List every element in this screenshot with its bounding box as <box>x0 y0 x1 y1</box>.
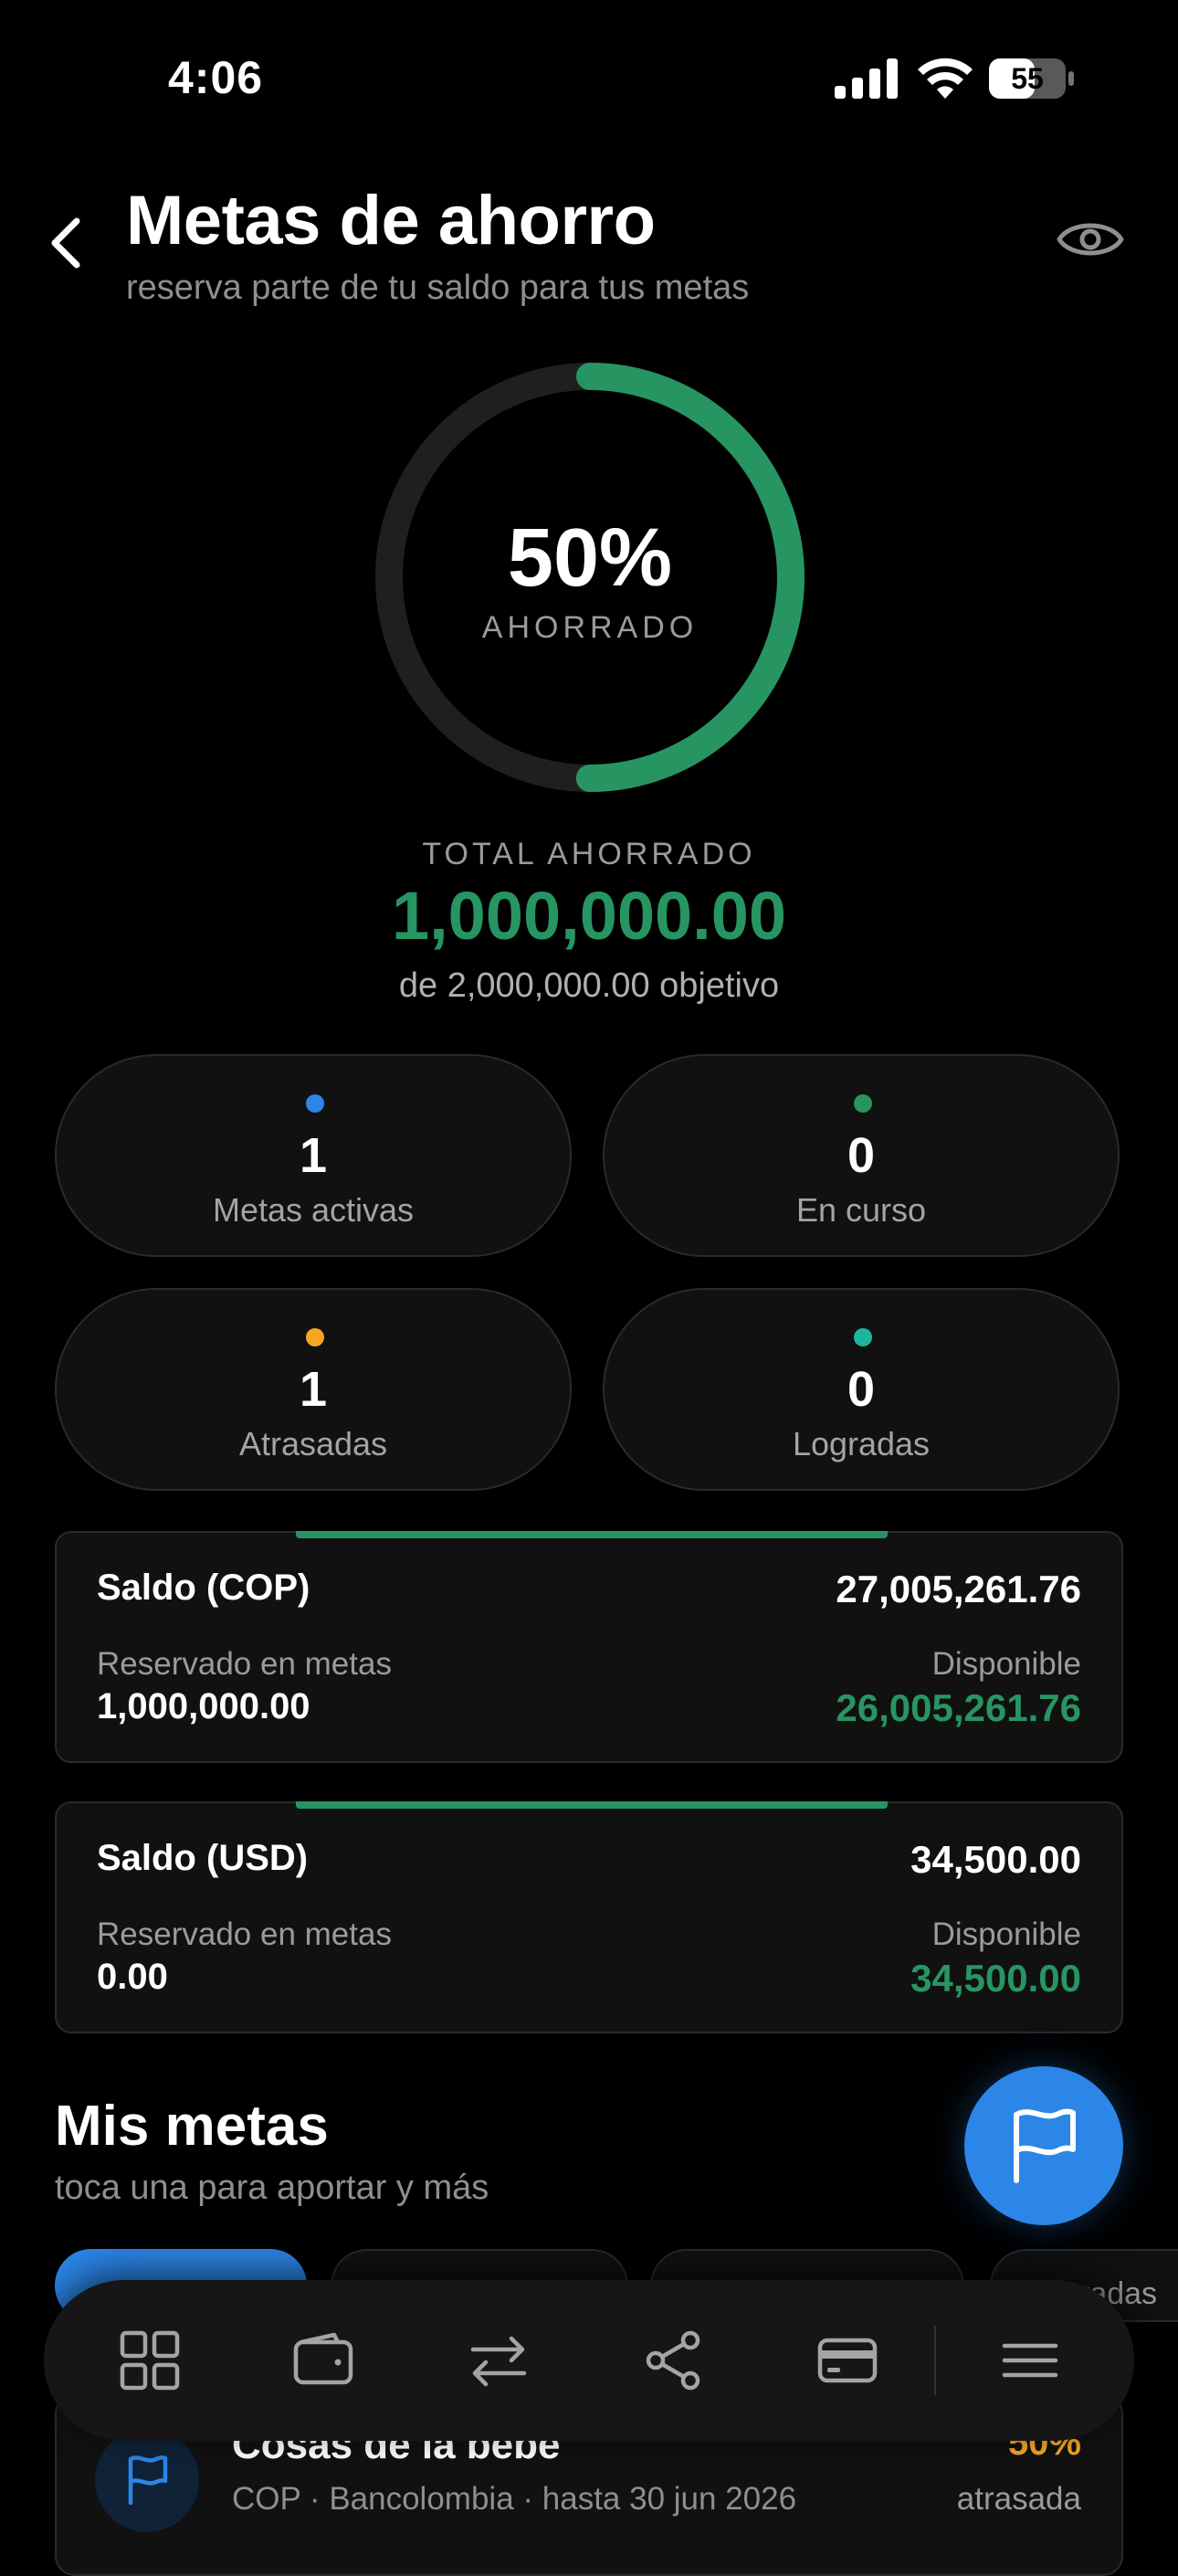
flag-icon <box>1014 2108 1076 2183</box>
stat-overdue[interactable]: 1 Atrasadas <box>55 1288 572 1491</box>
wifi-icon <box>918 58 973 99</box>
goal-meta: COP · Bancolombia · hasta 30 jun 2026 <box>232 2481 797 2517</box>
page-subtitle: reserva parte de tu saldo para tus metas <box>126 269 750 307</box>
balance-amount: 27,005,261.76 <box>836 1568 1081 1610</box>
grid-icon[interactable] <box>117 2328 183 2393</box>
reserved-label: Reservado en metas <box>97 1646 392 1682</box>
available-value: 34,500.00 <box>910 1957 1081 2000</box>
balance-card-cop: Saldo (COP) 27,005,261.76 Reservado en m… <box>55 1531 1123 1763</box>
stat-label: Logradas <box>792 1425 931 1462</box>
stat-value: 0 <box>847 1128 876 1183</box>
card-icon[interactable] <box>815 2328 880 2393</box>
progress-label: AHORRADO <box>481 610 699 645</box>
stat-label: Metas activas <box>212 1191 415 1229</box>
reserved-value: 0.00 <box>97 1957 168 1997</box>
transfer-icon[interactable] <box>466 2328 531 2393</box>
available-label: Disponible <box>931 1916 1081 1952</box>
battery-icon: 55 <box>988 57 1076 100</box>
balance-name: Saldo (USD) <box>97 1838 309 1878</box>
status-dot <box>306 1328 324 1346</box>
goal-status: atrasada <box>956 2481 1081 2517</box>
page-title: Metas de ahorro <box>126 182 656 259</box>
total-saved-label: TOTAL AHORRADO <box>422 837 756 871</box>
menu-icon[interactable] <box>997 2328 1063 2393</box>
stat-achieved[interactable]: 0 Logradas <box>603 1288 1120 1491</box>
wallet-icon[interactable] <box>290 2328 356 2393</box>
stat-active-goals[interactable]: 1 Metas activas <box>55 1054 572 1257</box>
reserved-label: Reservado en metas <box>97 1916 392 1952</box>
stat-value: 1 <box>299 1128 328 1183</box>
progress-percent: 50% <box>507 512 673 604</box>
available-label: Disponible <box>931 1646 1081 1682</box>
reserved-value: 1,000,000.00 <box>97 1686 310 1726</box>
goal-flag-icon <box>95 2428 199 2532</box>
nav-divider <box>934 2326 936 2395</box>
status-dot <box>854 1094 872 1113</box>
balance-amount: 34,500.00 <box>910 1838 1081 1881</box>
stat-in-progress[interactable]: 0 En curso <box>603 1054 1120 1257</box>
battery-level: 55 <box>1011 62 1044 95</box>
status-dot <box>306 1094 324 1113</box>
goals-section-subtitle: toca una para aportar y más <box>55 2169 489 2207</box>
status-dot <box>854 1328 872 1346</box>
goals-section-title: Mis metas <box>55 2095 329 2158</box>
balance-card-usd: Saldo (USD) 34,500.00 Reservado en metas… <box>55 1801 1123 2033</box>
share-icon[interactable] <box>641 2328 707 2393</box>
stat-label: Atrasadas <box>238 1425 388 1462</box>
new-goal-fab[interactable] <box>964 2066 1123 2225</box>
back-chevron-icon[interactable] <box>46 214 86 272</box>
eye-icon[interactable] <box>1056 214 1125 265</box>
card-accent-bar <box>296 1801 888 1809</box>
cellular-signal-icon <box>835 58 898 99</box>
stat-value: 0 <box>847 1362 876 1417</box>
total-goal: de 2,000,000.00 objetivo <box>398 966 780 1005</box>
bottom-navigation <box>44 2280 1134 2441</box>
available-value: 26,005,261.76 <box>836 1686 1081 1729</box>
balance-name: Saldo (COP) <box>97 1568 310 1608</box>
total-saved-value: 1,000,000.00 <box>391 878 787 954</box>
card-accent-bar <box>296 1531 888 1538</box>
stat-value: 1 <box>299 1362 328 1417</box>
status-time: 4:06 <box>168 52 264 103</box>
stat-label: En curso <box>795 1191 927 1229</box>
